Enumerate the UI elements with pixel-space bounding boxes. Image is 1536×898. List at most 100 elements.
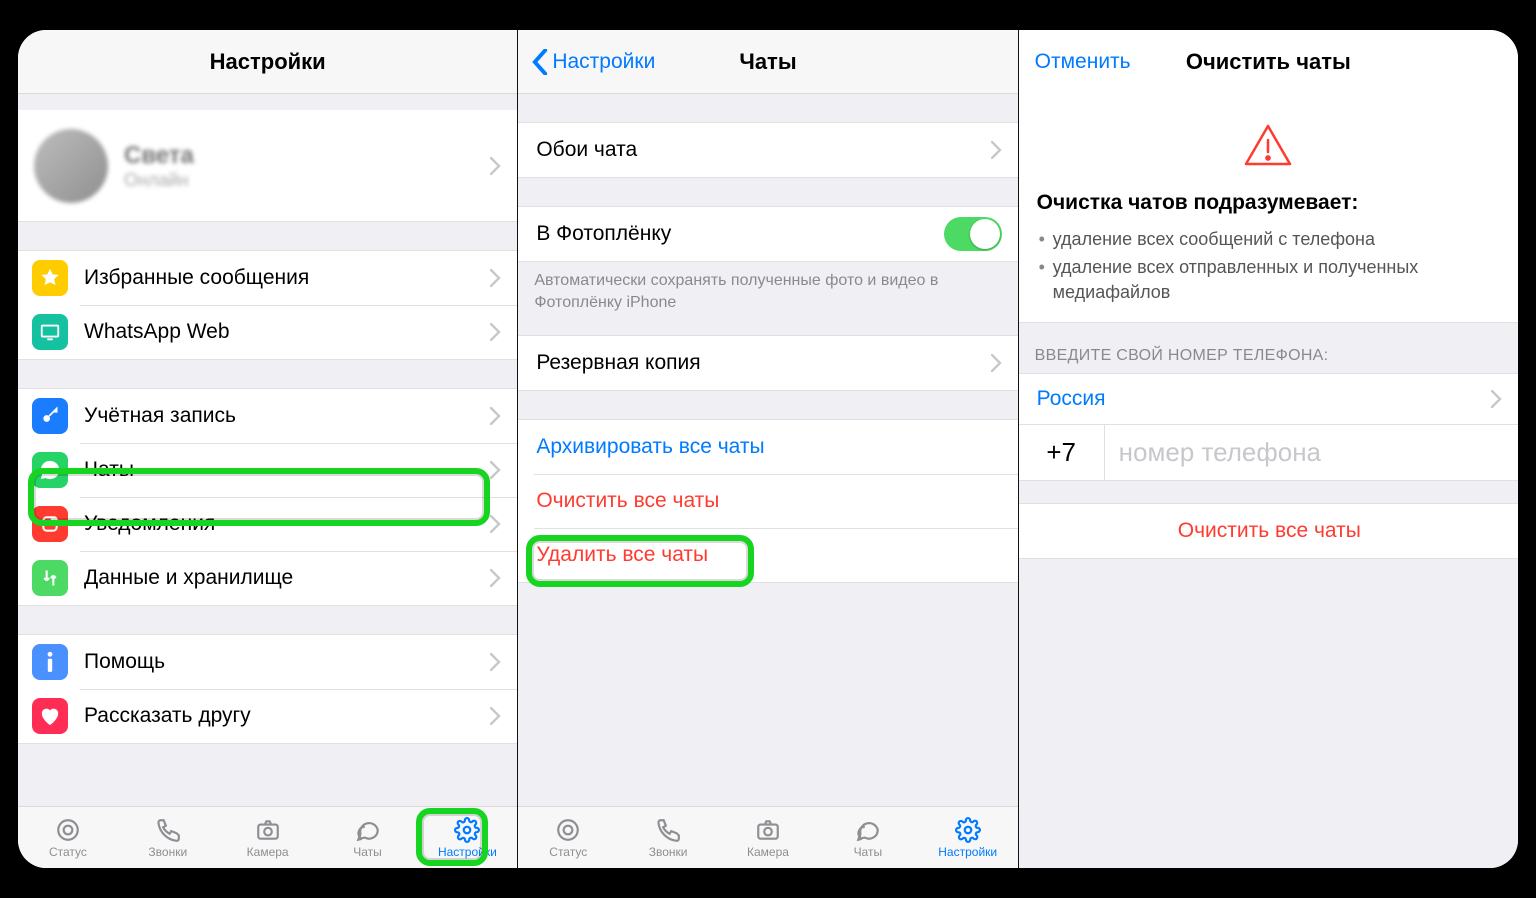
tab-label: Чаты: [353, 845, 382, 859]
row-chats[interactable]: Чаты: [18, 443, 517, 497]
tab-label: Чаты: [854, 845, 883, 859]
row-label: Помощь: [84, 650, 490, 674]
navbar: Настройки: [18, 30, 517, 94]
screen-clear-chats: Отменить Очистить чаты Очистка чатов под…: [1019, 30, 1518, 868]
row-label: В Фотоплёнку: [536, 222, 943, 246]
tab-label: Звонки: [148, 845, 187, 859]
row-label: Архивировать все чаты: [536, 435, 1001, 459]
cancel-label: Отменить: [1035, 50, 1131, 74]
screen-settings: Настройки Света Онлайн Избранные сообщен…: [18, 30, 518, 868]
row-data-storage[interactable]: Данные и хранилище: [18, 551, 517, 605]
row-label: WhatsApp Web: [84, 320, 490, 344]
tab-bar: Статус Звонки Камера Чаты Настройки: [18, 806, 517, 868]
chevron-right-icon: [991, 354, 1002, 372]
row-label: Данные и хранилище: [84, 566, 490, 590]
clear-all-chats-button[interactable]: Очистить все чаты: [1019, 504, 1518, 558]
row-archive-all[interactable]: Архивировать все чаты: [518, 420, 1017, 474]
heart-icon: [32, 698, 68, 734]
chevron-right-icon: [490, 407, 501, 425]
tab-label: Статус: [549, 845, 587, 859]
tab-chats[interactable]: Чаты: [318, 807, 418, 868]
tab-label: Камера: [247, 845, 289, 859]
row-label: Очистить все чаты: [1037, 519, 1502, 543]
section-header-phone: ВВЕДИТЕ СВОЙ НОМЕР ТЕЛЕФОНА:: [1019, 323, 1518, 373]
row-tell-friend[interactable]: Рассказать другу: [18, 689, 517, 743]
warning-bullet: удаление всех сообщений с телефона: [1039, 225, 1498, 253]
row-label: Резервная копия: [536, 351, 990, 375]
tab-status[interactable]: Статус: [18, 807, 118, 868]
desktop-icon: [32, 314, 68, 350]
row-camera-roll[interactable]: В Фотоплёнку: [518, 207, 1017, 261]
notification-icon: [32, 506, 68, 542]
phone-input[interactable]: номер телефона: [1105, 425, 1518, 480]
row-label: Рассказать другу: [84, 704, 490, 728]
nav-title: Настройки: [210, 49, 326, 75]
tab-label: Статус: [49, 845, 87, 859]
data-icon: [32, 560, 68, 596]
row-country[interactable]: Россия: [1019, 374, 1518, 424]
tab-label: Звонки: [649, 845, 688, 859]
screen-chats-settings: Настройки Чаты Обои чата В Фотоплёнку Ав…: [518, 30, 1018, 868]
chevron-right-icon: [991, 141, 1002, 159]
chevron-right-icon: [490, 515, 501, 533]
chevron-right-icon: [490, 707, 501, 725]
tab-bar: Статус Звонки Камера Чаты Настройки: [518, 806, 1017, 868]
tab-label: Настройки: [438, 845, 497, 859]
chevron-right-icon: [490, 569, 501, 587]
chevron-right-icon: [490, 323, 501, 341]
camera-roll-note: Автоматически сохранять полученные фото …: [518, 262, 1017, 313]
country-code: +7: [1019, 425, 1105, 480]
country-label: Россия: [1037, 387, 1491, 411]
info-icon: [32, 644, 68, 680]
star-icon: [32, 260, 68, 296]
navbar: Настройки Чаты: [518, 30, 1017, 94]
row-delete-all[interactable]: Удалить все чаты: [518, 528, 1017, 582]
profile-row[interactable]: Света Онлайн: [18, 110, 517, 222]
row-label: Обои чата: [536, 138, 990, 162]
cancel-button[interactable]: Отменить: [1035, 50, 1131, 74]
row-wallpaper[interactable]: Обои чата: [518, 123, 1017, 177]
profile-name: Света: [124, 142, 194, 170]
row-label: Избранные сообщения: [84, 266, 490, 290]
chevron-right-icon: [1491, 390, 1502, 408]
back-label: Настройки: [552, 50, 655, 74]
tab-settings[interactable]: Настройки: [918, 807, 1018, 868]
warning-bullet: удаление всех отправленных и полученных …: [1039, 253, 1498, 306]
tab-calls[interactable]: Звонки: [118, 807, 218, 868]
tab-calls[interactable]: Звонки: [618, 807, 718, 868]
row-help[interactable]: Помощь: [18, 635, 517, 689]
back-button[interactable]: Настройки: [532, 49, 655, 75]
row-label: Очистить все чаты: [536, 489, 1001, 513]
nav-title: Очистить чаты: [1186, 49, 1351, 75]
nav-title: Чаты: [739, 49, 796, 75]
row-clear-all[interactable]: Очистить все чаты: [518, 474, 1017, 528]
toggle-camera-roll[interactable]: [944, 217, 1002, 251]
avatar: [34, 129, 108, 203]
tab-camera[interactable]: Камера: [218, 807, 318, 868]
row-label: Удалить все чаты: [536, 543, 1001, 567]
row-account[interactable]: Учётная запись: [18, 389, 517, 443]
chevron-right-icon: [490, 269, 501, 287]
chevron-right-icon: [490, 157, 501, 175]
tab-settings[interactable]: Настройки: [417, 807, 517, 868]
key-icon: [32, 398, 68, 434]
chevron-right-icon: [490, 461, 501, 479]
warning-icon: [1019, 94, 1518, 183]
warning-title: Очистка чатов подразумевает:: [1019, 183, 1518, 221]
row-label: Уведомления: [84, 512, 490, 536]
chevron-right-icon: [490, 653, 501, 671]
tab-chats[interactable]: Чаты: [818, 807, 918, 868]
row-starred-messages[interactable]: Избранные сообщения: [18, 251, 517, 305]
navbar: Отменить Очистить чаты: [1019, 30, 1518, 94]
row-backup[interactable]: Резервная копия: [518, 336, 1017, 390]
tab-label: Камера: [747, 845, 789, 859]
row-label: Учётная запись: [84, 404, 490, 428]
tab-camera[interactable]: Камера: [718, 807, 818, 868]
tab-status[interactable]: Статус: [518, 807, 618, 868]
whatsapp-icon: [32, 452, 68, 488]
tab-label: Настройки: [938, 845, 997, 859]
row-label: Чаты: [84, 458, 490, 482]
row-notifications[interactable]: Уведомления: [18, 497, 517, 551]
row-whatsapp-web[interactable]: WhatsApp Web: [18, 305, 517, 359]
profile-status: Онлайн: [124, 170, 194, 191]
